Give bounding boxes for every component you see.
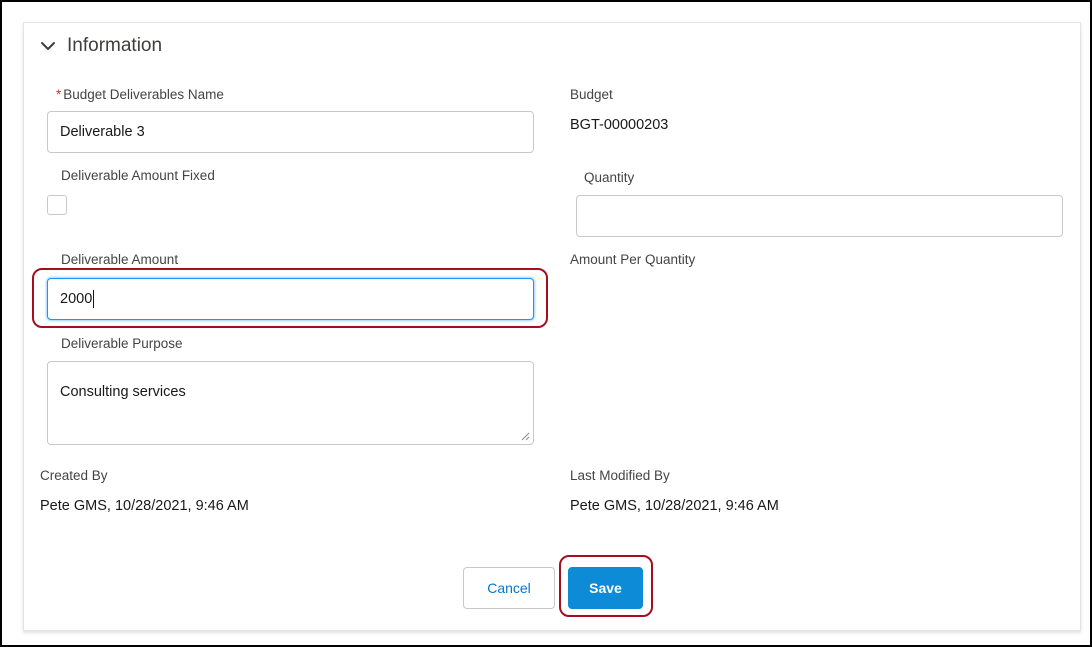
deliverable-amount-label: Deliverable Amount: [61, 252, 179, 267]
budget-label: Budget: [570, 87, 613, 102]
budget-value: BGT-00000203: [570, 117, 669, 133]
section-title: Information: [67, 35, 163, 56]
screenshot-frame: Information * Budget Deliverables Name De…: [0, 0, 1092, 647]
resize-grip-icon[interactable]: [521, 432, 530, 441]
cancel-button[interactable]: Cancel: [463, 567, 555, 609]
annotation-highlight-amount: [32, 268, 548, 328]
last-modified-by-label: Last Modified By: [570, 468, 670, 483]
deliverable-amount-fixed-label: Deliverable Amount Fixed: [61, 168, 215, 183]
chevron-down-icon[interactable]: [39, 37, 57, 55]
annotation-highlight-save: [559, 555, 653, 617]
budget-deliverables-name-label-text: Budget Deliverables Name: [63, 87, 224, 102]
budget-deliverables-name-input[interactable]: Deliverable 3: [47, 111, 534, 153]
deliverable-purpose-value: Consulting services: [60, 384, 186, 400]
budget-deliverables-name-label: * Budget Deliverables Name: [56, 87, 224, 102]
quantity-label: Quantity: [584, 170, 635, 185]
deliverable-purpose-textarea[interactable]: Consulting services: [47, 361, 534, 445]
created-by-value: Pete GMS, 10/28/2021, 9:46 AM: [40, 498, 249, 514]
budget-deliverables-name-value: Deliverable 3: [60, 124, 145, 140]
amount-per-quantity-label: Amount Per Quantity: [570, 252, 696, 267]
last-modified-by-value: Pete GMS, 10/28/2021, 9:46 AM: [570, 498, 779, 514]
information-card: Information * Budget Deliverables Name De…: [23, 22, 1081, 631]
required-marker: *: [56, 87, 62, 102]
created-by-label: Created By: [40, 468, 108, 483]
deliverable-purpose-label: Deliverable Purpose: [61, 336, 183, 351]
quantity-input[interactable]: [576, 195, 1063, 237]
deliverable-amount-fixed-checkbox[interactable]: [47, 195, 67, 215]
section-toggle[interactable]: Information: [39, 35, 162, 57]
